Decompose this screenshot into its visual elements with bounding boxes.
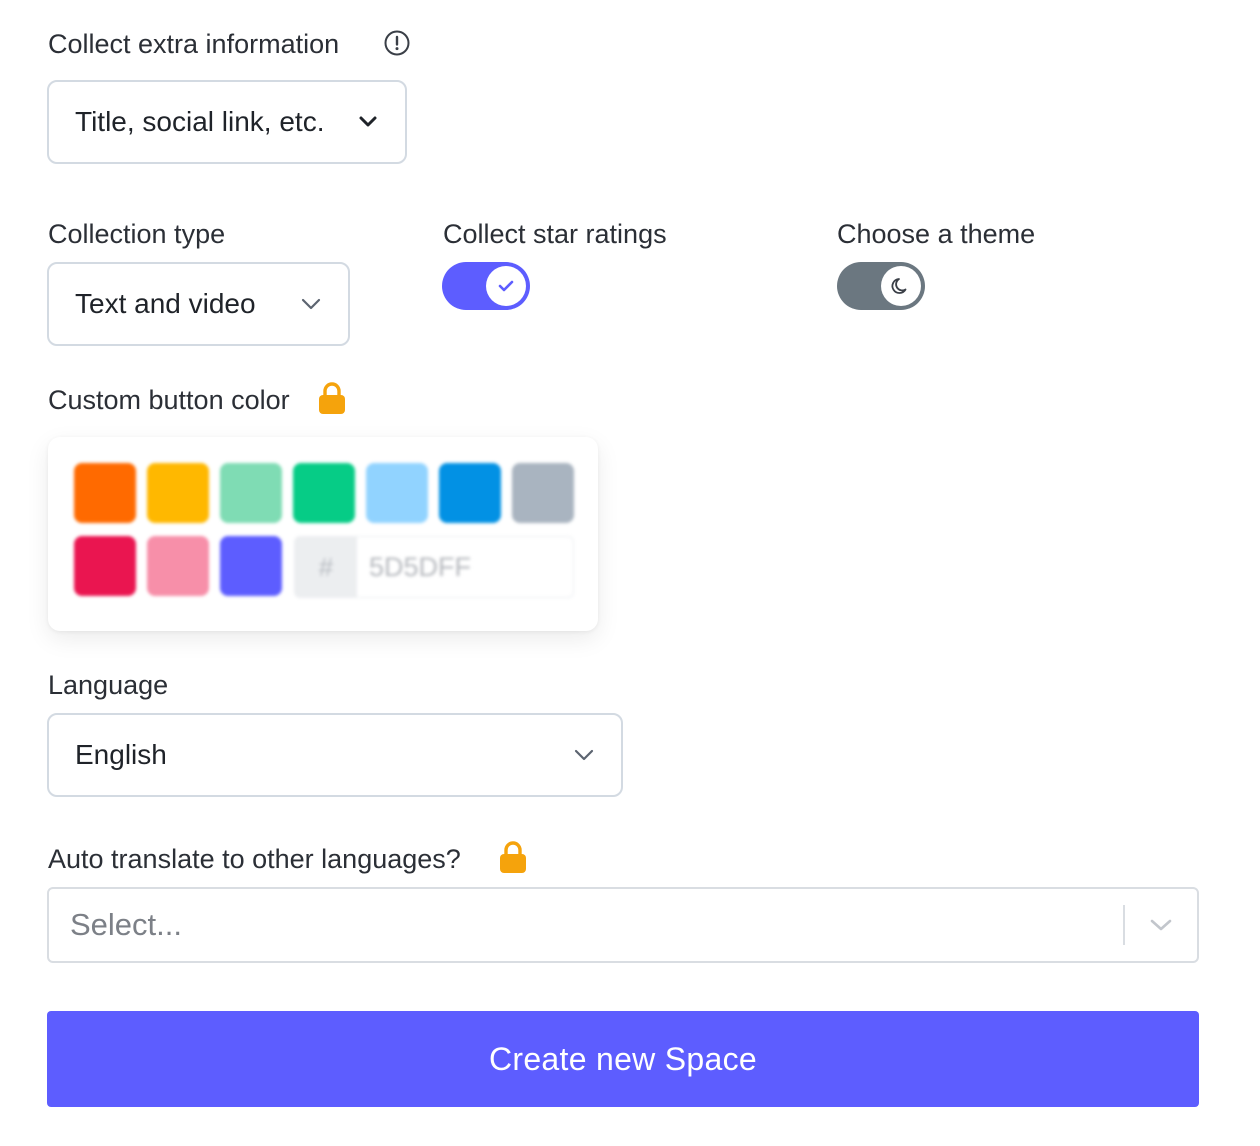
check-icon bbox=[498, 280, 514, 292]
info-icon[interactable] bbox=[384, 30, 410, 56]
extra-info-select[interactable]: Title, social link, etc. bbox=[47, 80, 407, 164]
color-swatch[interactable] bbox=[366, 463, 428, 523]
language-label: Language bbox=[48, 670, 169, 700]
collection-type-select[interactable]: Text and video bbox=[47, 262, 350, 346]
lock-icon bbox=[319, 382, 345, 414]
color-swatch[interactable] bbox=[74, 463, 136, 523]
hex-value: 5D5DFF bbox=[369, 551, 472, 582]
button-color-label: Custom button color bbox=[48, 385, 290, 415]
color-swatch[interactable] bbox=[512, 463, 574, 523]
extra-info-select-value: Title, social link, etc. bbox=[75, 106, 325, 137]
color-palette: # 5D5DFF bbox=[48, 437, 598, 631]
language-select-value: English bbox=[75, 739, 167, 770]
chevron-down-icon bbox=[300, 293, 322, 315]
color-swatch[interactable] bbox=[74, 536, 136, 596]
chevron-down-icon bbox=[573, 744, 595, 766]
moon-icon bbox=[891, 278, 907, 294]
star-ratings-toggle[interactable] bbox=[442, 262, 530, 310]
color-swatch[interactable] bbox=[220, 463, 282, 523]
color-swatch[interactable] bbox=[439, 463, 501, 523]
theme-toggle[interactable] bbox=[837, 262, 925, 310]
color-swatch[interactable] bbox=[147, 536, 209, 596]
chevron-down-icon[interactable] bbox=[1125, 889, 1197, 961]
collection-type-label: Collection type bbox=[48, 219, 226, 249]
chevron-down-icon bbox=[357, 111, 379, 133]
extra-info-label: Collect extra information bbox=[48, 29, 340, 59]
toggle-knob bbox=[881, 266, 921, 306]
lock-icon bbox=[500, 841, 526, 873]
hash-prefix: # bbox=[295, 537, 357, 597]
select-placeholder: Select... bbox=[70, 907, 182, 942]
star-ratings-label: Collect star ratings bbox=[443, 219, 667, 249]
color-swatch[interactable] bbox=[293, 463, 355, 523]
auto-translate-select[interactable]: Select... bbox=[47, 887, 1199, 963]
collection-type-select-value: Text and video bbox=[75, 288, 256, 319]
language-select[interactable]: English bbox=[47, 713, 623, 797]
toggle-knob bbox=[486, 266, 526, 306]
theme-label: Choose a theme bbox=[837, 219, 1036, 249]
hex-color-input[interactable]: # 5D5DFF bbox=[294, 536, 574, 598]
color-swatch[interactable] bbox=[147, 463, 209, 523]
auto-translate-label: Auto translate to other languages? bbox=[48, 844, 461, 874]
color-swatch[interactable] bbox=[220, 536, 282, 596]
create-space-button[interactable]: Create new Space bbox=[47, 1011, 1199, 1107]
